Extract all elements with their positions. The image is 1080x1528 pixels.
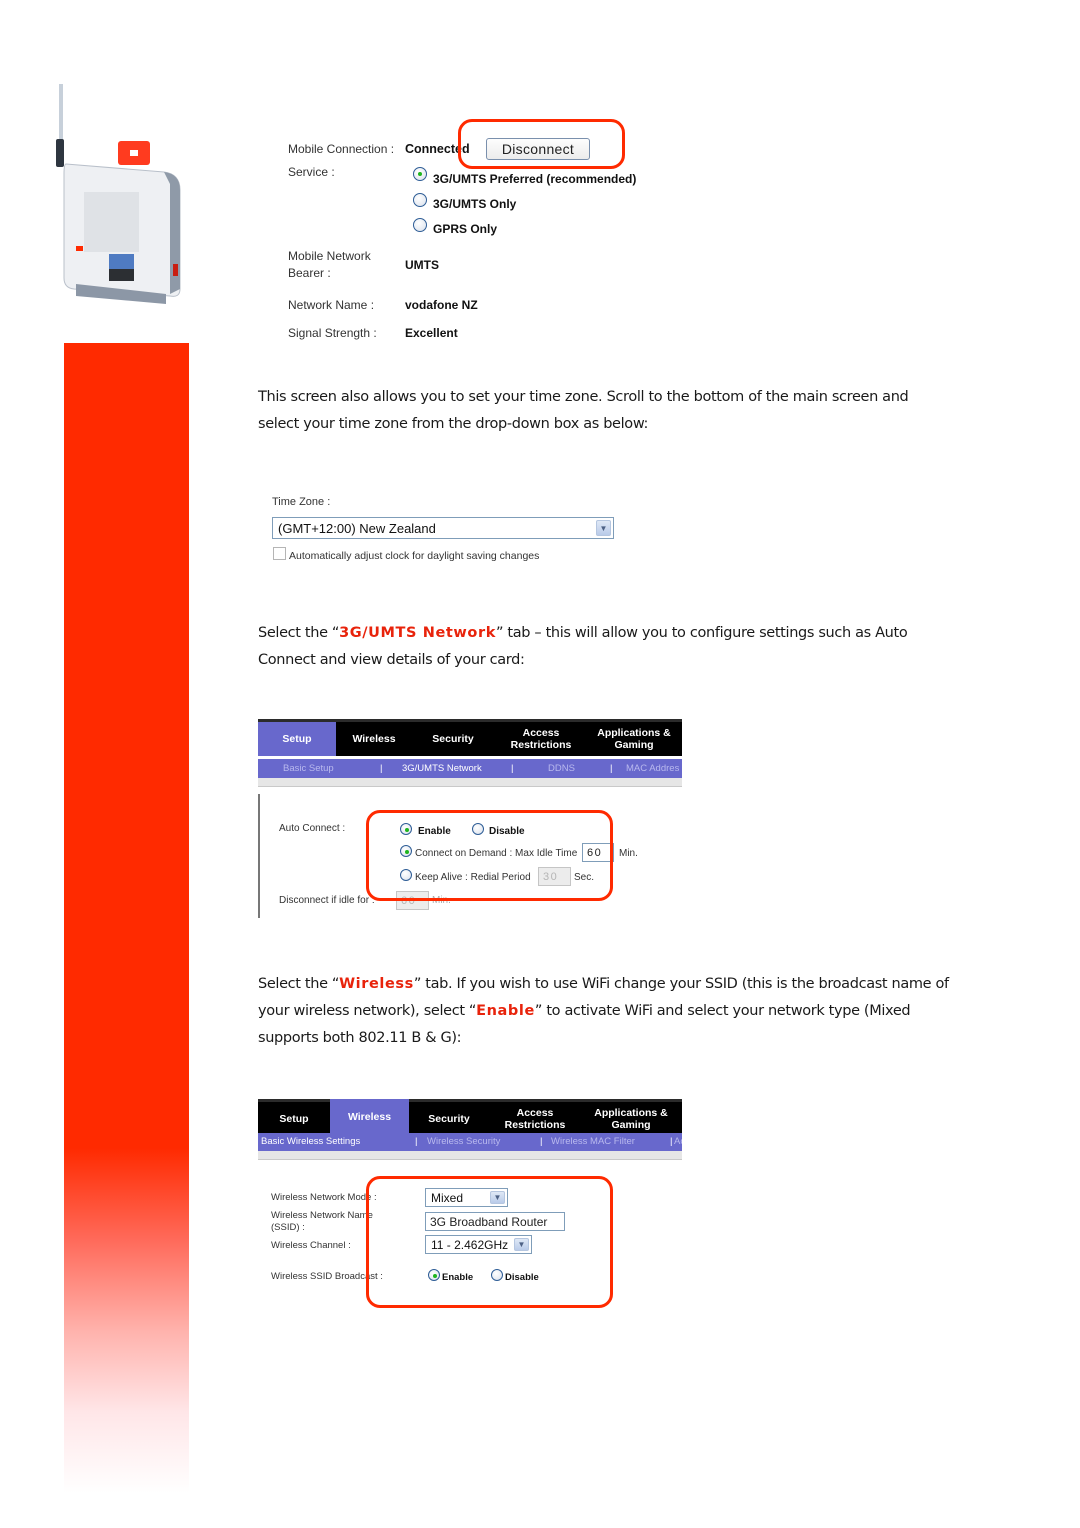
subtab-separator: | (380, 763, 383, 774)
paragraph-line: your wireless network), select “Enable” … (258, 998, 958, 1025)
text: ” to activate WiFi and select your netwo… (534, 1003, 911, 1019)
tab-security[interactable]: Security (412, 722, 494, 756)
paragraph-wireless: Select the “Wireless” tab. If you wish t… (258, 971, 958, 1052)
service-option-gprs-only: GPRS Only (433, 222, 498, 236)
text: ” tab. If you wish to use WiFi change yo… (413, 976, 949, 992)
subtab-wireless-mac-filter[interactable]: Wireless MAC Filter (551, 1136, 635, 1147)
paragraph-line: select your time zone from the drop-down… (258, 416, 649, 432)
paragraph-line: This screen also allows you to set your … (258, 389, 909, 405)
subtab-separator: | (511, 763, 514, 774)
subtab-separator: | (415, 1136, 418, 1147)
paragraph-timezone: This screen also allows you to set your … (258, 384, 958, 438)
subtab-basic-wireless-settings[interactable]: Basic Wireless Settings (261, 1136, 360, 1147)
text: ” tab – this will allow you to configure… (496, 625, 908, 641)
paragraph-line: supports both 802.11 B & G): (258, 1030, 462, 1046)
bearer-value: UMTS (405, 258, 439, 272)
highlight-box-disconnect (458, 119, 625, 169)
highlight-box-wireless-settings (366, 1176, 613, 1308)
ssid-label-line1: Wireless Network Name (271, 1210, 373, 1221)
chevron-down-icon[interactable]: ▼ (596, 520, 611, 536)
network-name-label: Network Name : (288, 298, 375, 312)
subtab-mac-address[interactable]: MAC Addres (626, 763, 679, 774)
tab-security[interactable]: Security (409, 1102, 489, 1135)
tab-access-restrictions[interactable]: Access Restrictions (498, 722, 584, 756)
wireless-subtab-bar: Basic Wireless Settings | Wireless Secur… (258, 1133, 682, 1151)
timezone-select[interactable]: (GMT+12:00) New Zealand ▼ (272, 517, 614, 539)
text: Select the “ (258, 976, 340, 992)
timezone-selected-value: (GMT+12:00) New Zealand (278, 520, 436, 536)
network-name-value: vodafone NZ (405, 298, 478, 312)
service-option-3g-only: 3G/UMTS Only (433, 197, 517, 211)
tab-access-restrictions[interactable]: Access Restrictions (494, 1102, 576, 1135)
max-idle-unit: Min. (619, 848, 638, 859)
mobile-connection-label: Mobile Connection : (288, 142, 395, 156)
tab-setup[interactable]: Setup (258, 722, 336, 756)
network-mode-label: Wireless Network Mode : (271, 1192, 377, 1203)
subtab-separator: | (670, 1136, 673, 1147)
tab-setup[interactable]: Setup (258, 1102, 330, 1135)
subtab-separator: | (540, 1136, 543, 1147)
service-radio-3g-only[interactable] (413, 193, 427, 207)
text: Select the “ (258, 625, 340, 641)
service-radio-gprs-only[interactable] (413, 218, 427, 232)
highlight-enable: Enable (476, 1003, 535, 1019)
subtab-basic-setup[interactable]: Basic Setup (283, 763, 334, 774)
subtab-advanced[interactable]: Ac (674, 1136, 682, 1147)
subtab-3g-umts-network[interactable]: 3G/UMTS Network (402, 763, 482, 774)
paragraph-line: Select the “Wireless” tab. If you wish t… (258, 971, 958, 998)
wireless-tab-bar: Setup Wireless Security Access Restricti… (258, 1099, 682, 1135)
signal-strength-value: Excellent (405, 326, 458, 340)
service-option-3g-preferred: 3G/UMTS Preferred (recommended) (433, 172, 637, 186)
router-image (46, 84, 186, 309)
disconnect-idle-label: Disconnect if idle for : (279, 895, 375, 906)
setup-tab-bar: Setup Wireless Security Access Restricti… (258, 719, 682, 756)
dst-checkbox-label: Automatically adjust clock for daylight … (289, 550, 540, 562)
channel-label: Wireless Channel : (271, 1240, 351, 1251)
highlight-3g-umts-network: 3G/UMTS Network (339, 625, 496, 641)
auto-connect-label: Auto Connect : (279, 823, 346, 834)
paragraph-line: Select the “3G/UMTS Network” tab – this … (258, 620, 958, 647)
service-radio-3g-preferred[interactable] (413, 167, 427, 181)
router-icon (56, 84, 181, 304)
dst-checkbox[interactable] (273, 547, 286, 560)
service-label: Service : (288, 165, 335, 179)
bearer-label-line1: Mobile Network (288, 249, 371, 263)
ssid-label-line2: (SSID) : (271, 1222, 305, 1233)
subtab-separator: | (610, 763, 613, 774)
tab-wireless[interactable]: Wireless (330, 1099, 409, 1135)
highlight-wireless: Wireless (339, 976, 414, 992)
paragraph-3g-network: Select the “3G/UMTS Network” tab – this … (258, 620, 958, 674)
subtab-wireless-security[interactable]: Wireless Security (427, 1136, 500, 1147)
text: your wireless network), select “ (258, 1003, 477, 1019)
paragraph-line: Connect and view details of your card: (258, 652, 525, 668)
bearer-label-line2: Bearer : (288, 266, 331, 280)
tab-bar-divider (258, 1151, 682, 1160)
tab-applications-gaming[interactable]: Applications & Gaming (588, 1102, 674, 1135)
signal-strength-label: Signal Strength : (288, 326, 377, 340)
tab-bar-divider (258, 778, 682, 787)
highlight-box-auto-connect (366, 810, 613, 901)
subtab-ddns[interactable]: DDNS (548, 763, 575, 774)
timezone-label: Time Zone : (272, 496, 331, 508)
setup-subtab-bar: Basic Setup | 3G/UMTS Network | DDNS | M… (258, 759, 682, 778)
tab-applications-gaming[interactable]: Applications & Gaming (592, 722, 676, 756)
tab-wireless[interactable]: Wireless (336, 722, 412, 756)
red-sidebar-band (64, 343, 189, 1493)
timezone-panel: Time Zone : (GMT+12:00) New Zealand ▼ Au… (271, 493, 621, 568)
